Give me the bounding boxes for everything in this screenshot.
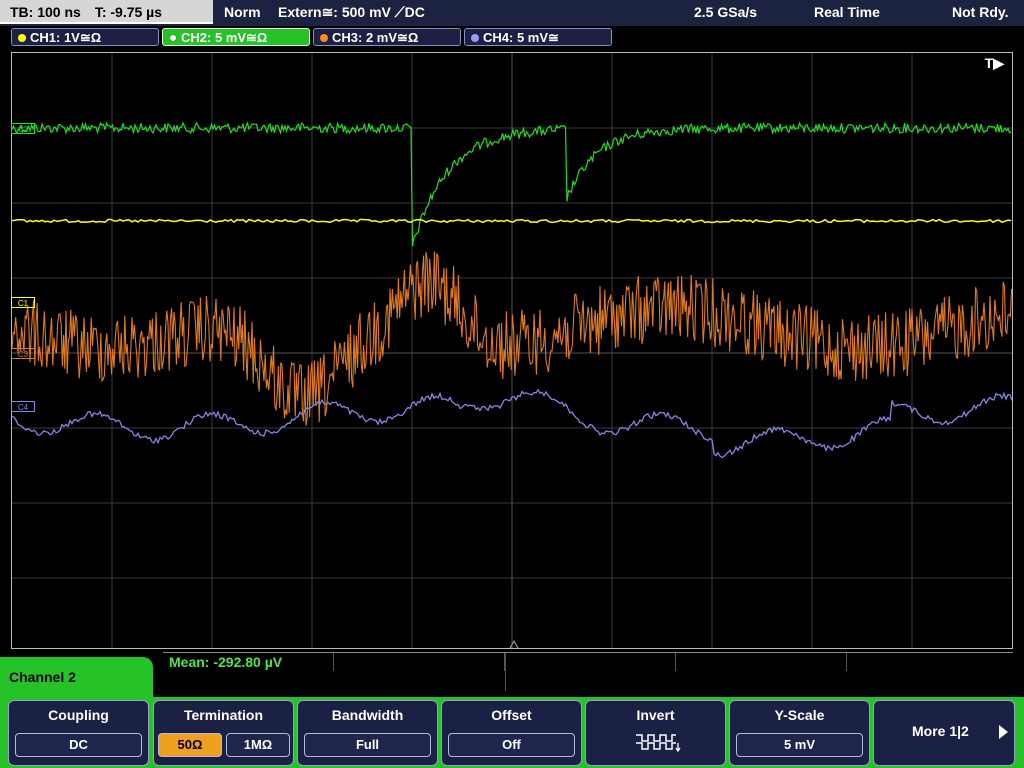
measurement-cell-3[interactable]	[505, 653, 676, 671]
inverted-pulse-icon	[636, 734, 681, 753]
coupling-softkey[interactable]: Coupling DC	[8, 700, 149, 766]
yscale-softkey[interactable]: Y-Scale 5 mV	[729, 700, 870, 766]
invert-title: Invert	[636, 707, 675, 723]
termination-1mohm-option[interactable]: 1MΩ	[226, 733, 290, 757]
channel-4-label: CH4: 5 mV≅	[483, 30, 559, 45]
channel-2-label: CH2: 5 mV≅Ω	[181, 30, 268, 45]
measurement-divider	[505, 653, 506, 691]
timebase-value: TB: 100 ns	[10, 4, 81, 20]
mean-measurement: Mean: -292.80 µV	[169, 654, 283, 670]
bandwidth-title: Bandwidth	[331, 707, 404, 723]
bandwidth-softkey[interactable]: Bandwidth Full	[297, 700, 438, 766]
channel-3-label: CH3: 2 mV≅Ω	[332, 30, 419, 45]
termination-softkey[interactable]: Termination 50Ω 1MΩ	[153, 700, 294, 766]
channel-2-dot-icon	[169, 34, 177, 42]
channel-4-dot-icon	[471, 34, 479, 42]
channel-1-button[interactable]: CH1: 1V≅Ω	[11, 28, 159, 46]
channel-3-button[interactable]: CH3: 2 mV≅Ω	[313, 28, 461, 46]
offset-value[interactable]: Off	[448, 733, 575, 757]
coupling-value[interactable]: DC	[15, 733, 142, 757]
acquisition-mode: Real Time	[814, 4, 880, 20]
offset-title: Offset	[491, 707, 532, 723]
coupling-title: Coupling	[48, 707, 109, 723]
channel-4-marker[interactable]: C4	[11, 401, 35, 412]
offset-softkey[interactable]: Offset Off	[441, 700, 582, 766]
channel-menu-tab[interactable]: Channel 2	[0, 657, 153, 697]
status-bar: TB: 100 ns T: -9.75 µs Norm Extern≅: 500 …	[0, 0, 1024, 26]
measurement-bar: Mean: -292.80 µV	[163, 652, 1013, 691]
trigger-position-icon	[509, 639, 519, 648]
measurement-cell-4[interactable]	[676, 653, 847, 671]
timebase-box[interactable]: TB: 100 ns T: -9.75 µs	[0, 0, 213, 24]
trigger-mode[interactable]: Norm	[224, 0, 261, 24]
chevron-right-icon	[999, 725, 1008, 739]
channel-1-label: CH1: 1V≅Ω	[30, 30, 102, 45]
trigger-time-value: T: -9.75 µs	[94, 4, 163, 20]
more-softkey[interactable]: More 1|2	[873, 700, 1015, 766]
termination-title: Termination	[183, 707, 264, 723]
measurement-cell-2[interactable]	[334, 653, 505, 671]
trigger-status: Not Rdy.	[952, 4, 1009, 20]
channel-4-button[interactable]: CH4: 5 mV≅	[464, 28, 612, 46]
invert-softkey[interactable]: Invert	[585, 700, 726, 766]
measurement-cell-1[interactable]: Mean: -292.80 µV	[163, 653, 334, 671]
termination-50ohm-option[interactable]: 50Ω	[158, 733, 222, 757]
more-label: More 1|2	[912, 723, 969, 739]
channel-bar: CH1: 1V≅Ω CH2: 5 mV≅Ω CH3: 2 mV≅Ω CH4: 5…	[0, 26, 1024, 50]
waveform-display[interactable]: T▶ C2 C1 C3 C4	[11, 52, 1013, 649]
sample-rate: 2.5 GSa/s	[694, 4, 758, 20]
yscale-value[interactable]: 5 mV	[736, 733, 863, 757]
channel-2-button[interactable]: CH2: 5 mV≅Ω	[162, 28, 310, 46]
waveform-svg	[12, 53, 1012, 648]
trigger-source[interactable]: Extern≅: 500 mV ⟋DC	[278, 0, 425, 24]
channel-1-marker[interactable]: C1	[11, 297, 35, 308]
channel-3-marker[interactable]: C3	[11, 348, 35, 359]
channel-3-dot-icon	[320, 34, 328, 42]
trigger-marker-icon: T▶	[984, 55, 1004, 71]
bandwidth-value[interactable]: Full	[304, 733, 431, 757]
yscale-title: Y-Scale	[774, 707, 825, 723]
channel-1-dot-icon	[18, 34, 26, 42]
channel-2-marker[interactable]: C2	[11, 123, 35, 134]
